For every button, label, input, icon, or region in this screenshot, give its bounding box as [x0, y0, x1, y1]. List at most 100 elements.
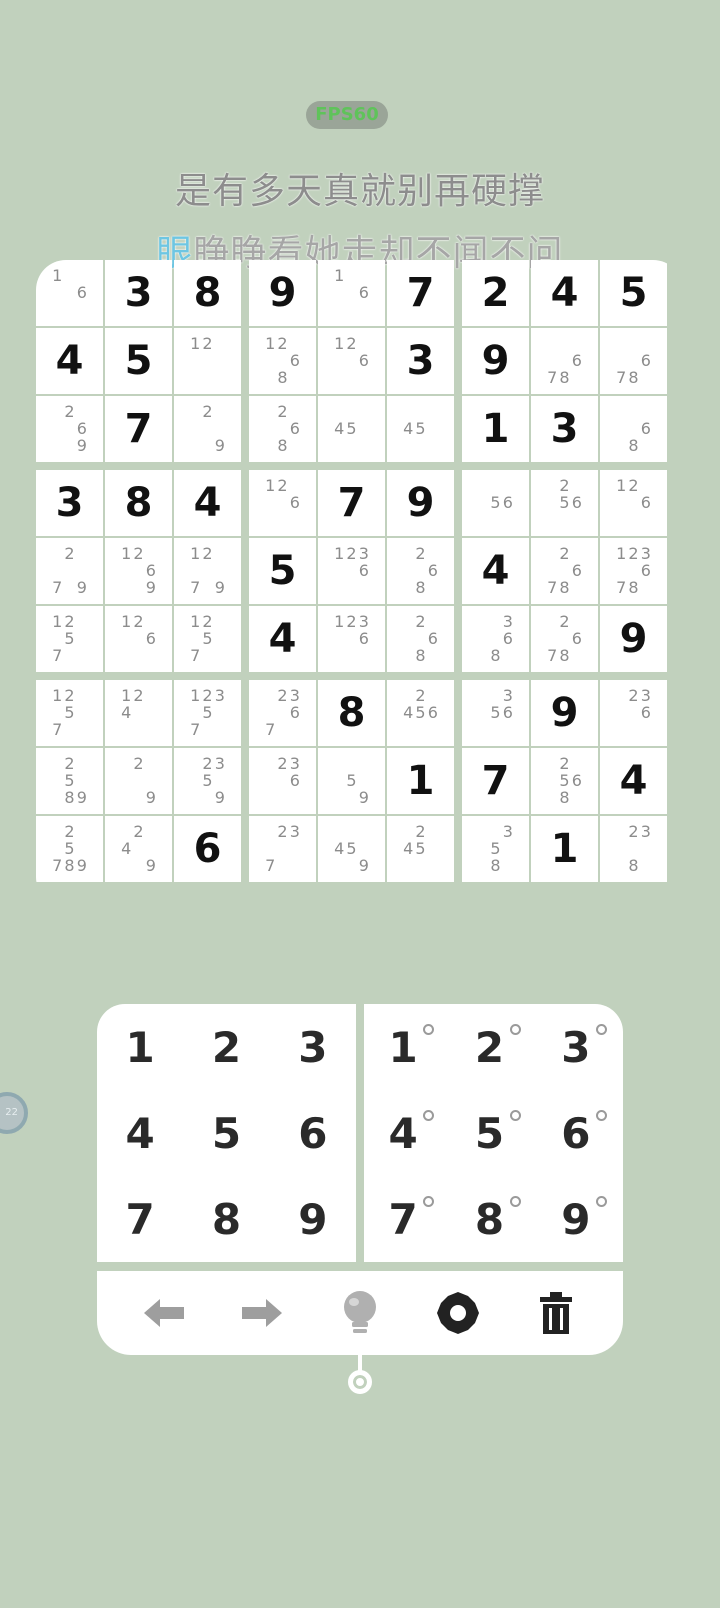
delete-button[interactable] [524, 1281, 588, 1345]
sudoku-cell[interactable]: 3 [105, 260, 172, 326]
sudoku-cell[interactable]: 1236 [318, 606, 385, 672]
sudoku-cell[interactable]: 356 [462, 680, 529, 746]
sudoku-cell[interactable]: 2678 [531, 538, 598, 604]
sudoku-cell[interactable]: 45 [387, 396, 454, 462]
settings-button[interactable] [426, 1281, 490, 1345]
sudoku-cell[interactable]: 2589 [36, 748, 103, 814]
sudoku-cell[interactable]: 16 [36, 260, 103, 326]
sudoku-cell[interactable]: 1 [531, 816, 598, 882]
sudoku-cell[interactable]: 29 [105, 748, 172, 814]
digit-key[interactable]: 9 [270, 1176, 356, 1262]
sudoku-cell[interactable]: 2678 [531, 606, 598, 672]
sudoku-cell[interactable]: 5 [600, 260, 667, 326]
sudoku-cell[interactable]: 3 [387, 328, 454, 394]
sudoku-cell[interactable]: 12357 [174, 680, 241, 746]
sudoku-cell[interactable]: 5 [105, 328, 172, 394]
sudoku-cell[interactable]: 3 [36, 470, 103, 536]
sudoku-cell[interactable]: 1257 [36, 680, 103, 746]
sudoku-cell[interactable]: 5 [249, 538, 316, 604]
sudoku-cell[interactable]: 1 [387, 748, 454, 814]
sudoku-cell[interactable]: 268 [387, 538, 454, 604]
sudoku-cell[interactable]: 268 [387, 606, 454, 672]
digit-key[interactable]: 8 [183, 1176, 269, 1262]
sudoku-cell[interactable]: 8 [174, 260, 241, 326]
sudoku-cell[interactable]: 68 [600, 396, 667, 462]
digit-key[interactable]: 2 [183, 1004, 269, 1090]
sudoku-cell[interactable]: 126 [600, 470, 667, 536]
sudoku-cell[interactable]: 6 [174, 816, 241, 882]
sudoku-cell[interactable]: 9 [531, 680, 598, 746]
sudoku-cell[interactable]: 126 [249, 470, 316, 536]
sudoku-cell[interactable]: 45 [318, 396, 385, 462]
sudoku-cell[interactable]: 236 [600, 680, 667, 746]
sudoku-cell[interactable]: 1 [462, 396, 529, 462]
sudoku-cell[interactable]: 269 [36, 396, 103, 462]
sudoku-cell[interactable]: 8 [105, 470, 172, 536]
note-digit-key[interactable]: 8 [450, 1176, 536, 1262]
digit-key[interactable]: 4 [97, 1090, 183, 1176]
sudoku-cell[interactable]: 2568 [531, 748, 598, 814]
sudoku-cell[interactable]: 126 [105, 606, 172, 672]
sudoku-cell[interactable]: 29 [174, 396, 241, 462]
drag-handle[interactable] [348, 1370, 372, 1394]
note-digit-key[interactable]: 5 [450, 1090, 536, 1176]
sudoku-cell[interactable]: 25789 [36, 816, 103, 882]
sudoku-cell[interactable]: 358 [462, 816, 529, 882]
digit-key[interactable]: 6 [270, 1090, 356, 1176]
note-digit-key[interactable]: 4 [364, 1090, 450, 1176]
note-digit-key[interactable]: 2 [450, 1004, 536, 1090]
note-digit-key[interactable]: 1 [364, 1004, 450, 1090]
sudoku-cell[interactable]: 9 [462, 328, 529, 394]
sudoku-cell[interactable]: 59 [318, 748, 385, 814]
sudoku-cell[interactable]: 236 [249, 748, 316, 814]
note-digit-key[interactable]: 7 [364, 1176, 450, 1262]
sudoku-cell[interactable]: 279 [36, 538, 103, 604]
sudoku-cell[interactable]: 368 [462, 606, 529, 672]
sudoku-cell[interactable]: 4 [249, 606, 316, 672]
sudoku-cell[interactable]: 1268 [249, 328, 316, 394]
sudoku-cell[interactable]: 4 [462, 538, 529, 604]
sudoku-cell[interactable]: 1279 [174, 538, 241, 604]
sudoku-cell[interactable]: 4 [531, 260, 598, 326]
sudoku-cell[interactable]: 1257 [174, 606, 241, 672]
sudoku-cell[interactable]: 3 [531, 396, 598, 462]
sudoku-cell[interactable]: 7 [318, 470, 385, 536]
redo-button[interactable] [230, 1281, 294, 1345]
sudoku-cell[interactable]: 678 [600, 328, 667, 394]
sudoku-cell[interactable]: 238 [600, 816, 667, 882]
sudoku-cell[interactable]: 245 [387, 816, 454, 882]
undo-button[interactable] [132, 1281, 196, 1345]
sudoku-cell[interactable]: 7 [105, 396, 172, 462]
sudoku-cell[interactable]: 4 [174, 470, 241, 536]
digit-key[interactable]: 3 [270, 1004, 356, 1090]
sudoku-cell[interactable]: 2 [462, 260, 529, 326]
sudoku-cell[interactable]: 4 [36, 328, 103, 394]
sudoku-cell[interactable]: 1236 [318, 538, 385, 604]
sudoku-cell[interactable]: 2367 [249, 680, 316, 746]
sudoku-cell[interactable]: 9 [249, 260, 316, 326]
note-digit-key[interactable]: 9 [537, 1176, 623, 1262]
sudoku-cell[interactable]: 16 [318, 260, 385, 326]
sudoku-cell[interactable]: 459 [318, 816, 385, 882]
sudoku-cell[interactable]: 2456 [387, 680, 454, 746]
sudoku-cell[interactable]: 124 [105, 680, 172, 746]
sudoku-cell[interactable]: 12 [174, 328, 241, 394]
sudoku-cell[interactable]: 7 [462, 748, 529, 814]
note-digit-key[interactable]: 3 [537, 1004, 623, 1090]
hint-button[interactable] [328, 1281, 392, 1345]
floating-bubble[interactable]: 22 [0, 1092, 28, 1134]
sudoku-cell[interactable]: 2359 [174, 748, 241, 814]
sudoku-cell[interactable]: 1269 [105, 538, 172, 604]
note-digit-key[interactable]: 6 [537, 1090, 623, 1176]
sudoku-cell[interactable]: 8 [318, 680, 385, 746]
sudoku-cell[interactable]: 7 [387, 260, 454, 326]
digit-key[interactable]: 5 [183, 1090, 269, 1176]
sudoku-cell[interactable]: 268 [249, 396, 316, 462]
sudoku-cell[interactable]: 1257 [36, 606, 103, 672]
sudoku-cell[interactable]: 256 [531, 470, 598, 536]
sudoku-cell[interactable]: 9 [387, 470, 454, 536]
sudoku-cell[interactable]: 56 [462, 470, 529, 536]
sudoku-cell[interactable]: 678 [531, 328, 598, 394]
sudoku-cell[interactable]: 249 [105, 816, 172, 882]
digit-key[interactable]: 7 [97, 1176, 183, 1262]
